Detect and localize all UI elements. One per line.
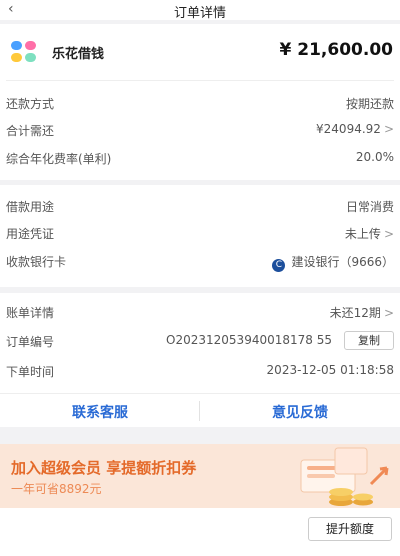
order-no-label: 订单编号 <box>6 335 55 349</box>
bank-card-value: 建设银行（9666） <box>291 255 394 269</box>
loan-amount: ¥ 21,600.00 <box>279 40 393 60</box>
feedback-button[interactable]: 意见反馈 <box>200 402 400 422</box>
voucher-value: 未上传 <box>344 227 381 241</box>
page-title: 订单详情 <box>173 6 226 21</box>
bank-card-row: 收款银行卡 C 建设银行（9666） <box>6 250 394 272</box>
contact-service-button[interactable]: 联系客服 <box>0 402 200 422</box>
chevron-right-icon: > <box>383 122 394 136</box>
bill-detail-value: 未还12期 <box>329 306 381 320</box>
purpose-label: 借款用途 <box>6 200 55 214</box>
brand-name: 乐花借钱 <box>52 47 105 62</box>
order-time-label: 下单时间 <box>6 365 55 379</box>
total-due-row[interactable]: 合计需还 ¥24094.92 > <box>6 119 394 141</box>
loan-usage-card: 借款用途 日常消费 用途凭证 未上传 > 收款银行卡 C 建设银行（9666） <box>0 185 400 287</box>
banner-subtitle: 一年可省8892元 <box>11 482 102 496</box>
purpose-value: 日常消费 <box>345 200 394 214</box>
total-due-label: 合计需还 <box>6 124 55 138</box>
bill-detail-row[interactable]: 账单详情 未还12期 > <box>6 301 394 323</box>
repay-method-row: 还款方式 按期还款 <box>6 92 394 114</box>
repay-method-value: 按期还款 <box>345 97 394 111</box>
purpose-row: 借款用途 日常消费 <box>6 195 394 217</box>
voucher-label: 用途凭证 <box>6 227 55 241</box>
chevron-right-icon: > <box>383 227 394 241</box>
order-time-value: 2023-12-05 01:18:58 <box>266 363 394 377</box>
apr-label: 综合年化费率(单利) <box>6 152 112 166</box>
apr-value: 20.0% <box>355 150 394 164</box>
loan-summary-card: 乐花借钱 ¥ 21,600.00 还款方式 按期还款 合计需还 ¥24094.9… <box>0 24 400 180</box>
chevron-right-icon: > <box>383 306 394 320</box>
order-time-row: 下单时间 2023-12-05 01:18:58 <box>6 360 394 382</box>
voucher-row[interactable]: 用途凭证 未上传 > <box>6 222 394 244</box>
repay-method-label: 还款方式 <box>6 97 55 111</box>
copy-button[interactable]: 复制 <box>344 331 394 350</box>
apr-row: 综合年化费率(单利) 20.0% <box>6 147 394 169</box>
ccb-bank-icon: C <box>272 259 286 272</box>
total-due-value: ¥24094.92 <box>316 122 381 136</box>
bottom-bar: 提升额度 <box>0 508 400 556</box>
bill-info-card: 账单详情 未还12期 > 订单编号 O202312053940018178 55 … <box>0 293 400 427</box>
lehua-logo-icon <box>11 41 37 63</box>
order-no-value: O202312053940018178 55 <box>166 333 332 347</box>
raise-limit-button[interactable]: 提升额度 <box>308 517 392 541</box>
top-bar: ‹ 订单详情 <box>0 0 400 21</box>
vip-promo-banner[interactable]: 加入超级会员 享提额折扣券 一年可省8892元 <box>0 444 400 508</box>
bill-detail-label: 账单详情 <box>6 306 55 320</box>
gift-coins-icon <box>300 447 389 506</box>
banner-title: 加入超级会员 享提额折扣券 <box>11 459 197 477</box>
order-no-row: 订单编号 O202312053940018178 55 复制 <box>6 330 394 352</box>
divider <box>6 80 394 81</box>
divider <box>0 393 400 394</box>
bank-card-label: 收款银行卡 <box>6 255 67 269</box>
